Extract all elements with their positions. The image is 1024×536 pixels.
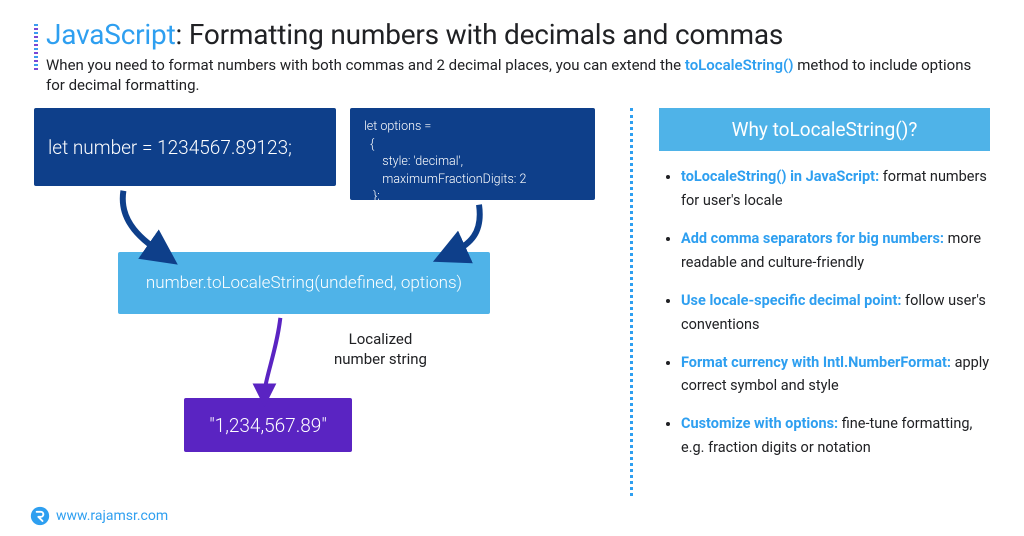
- logo-icon: [30, 506, 50, 526]
- footer-url[interactable]: www.rajamsr.com: [56, 508, 168, 524]
- panel-heading: Why toLocaleString()?: [659, 108, 990, 151]
- item-lead: toLocaleString() in JavaScript:: [681, 168, 879, 185]
- item-lead: Use locale-specific decimal point:: [681, 292, 901, 309]
- code-box-result: "1,234,567.89": [184, 398, 352, 452]
- title-text: : Formatting numbers with decimals and c…: [176, 18, 784, 51]
- panel-list: toLocaleString() in JavaScript: format n…: [659, 165, 990, 460]
- subtitle-link: toLocaleString(): [685, 56, 794, 74]
- code-box-call: number.toLocaleString(undefined, options…: [118, 252, 490, 314]
- header: JavaScript: Formatting numbers with deci…: [0, 0, 1024, 102]
- subtitle: When you need to format numbers with bot…: [46, 55, 976, 96]
- code-box-number: let number = 1234567.89123;: [34, 108, 336, 186]
- label-localized-text: Localized number string: [334, 330, 427, 368]
- list-item: toLocaleString() in JavaScript: format n…: [681, 165, 990, 213]
- list-item: Format currency with Intl.NumberFormat: …: [681, 351, 990, 399]
- code-box-options: let options = { style: 'decimal', maximu…: [350, 108, 595, 200]
- code-options: let options = { style: 'decimal', maximu…: [364, 119, 526, 204]
- item-lead: Customize with options:: [681, 415, 838, 432]
- list-item: Customize with options: fine-tune format…: [681, 412, 990, 460]
- code-call: number.toLocaleString(undefined, options…: [146, 273, 462, 293]
- diagram-area: let number = 1234567.89123; let options …: [34, 108, 630, 496]
- page-title: JavaScript: Formatting numbers with deci…: [46, 18, 990, 51]
- item-lead: Add comma separators for big numbers:: [681, 230, 944, 247]
- list-item: Add comma separators for big numbers: mo…: [681, 227, 990, 275]
- label-localized: Localized number string: [334, 330, 427, 369]
- main: let number = 1234567.89123; let options …: [34, 108, 990, 496]
- subtitle-pre: When you need to format numbers with bot…: [46, 56, 685, 74]
- title-lang: JavaScript: [46, 18, 176, 51]
- code-number: let number = 1234567.89123;: [48, 136, 292, 159]
- list-item: Use locale-specific decimal point: follo…: [681, 289, 990, 337]
- why-panel: Why toLocaleString()? toLocaleString() i…: [630, 108, 990, 496]
- item-lead: Format currency with Intl.NumberFormat:: [681, 354, 951, 371]
- footer: www.rajamsr.com: [30, 506, 168, 526]
- code-result: "1,234,567.89": [209, 414, 327, 437]
